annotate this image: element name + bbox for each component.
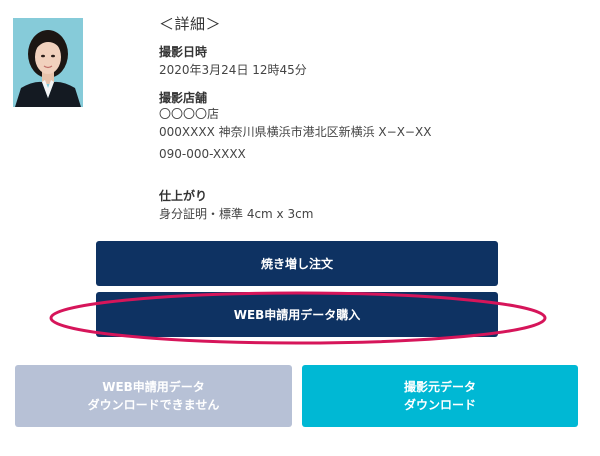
original-data-download-line2: ダウンロード xyxy=(403,398,476,412)
detail-title: ＜詳細＞ xyxy=(159,15,222,33)
web-data-download-disabled-button: WEB申請用データ ダウンロードできません xyxy=(15,365,292,427)
highlight-ellipse xyxy=(49,291,547,345)
reprint-order-button[interactable]: 焼き増し注文 xyxy=(96,241,498,286)
shoot-datetime-label: 撮影日時 xyxy=(159,45,208,59)
portrait-image xyxy=(13,18,83,107)
detail-panel: ＜詳細＞ 撮影日時 2020年3月24日 12時45分 撮影店舗 〇〇〇〇店 0… xyxy=(159,13,579,224)
finish-value: 身分証明・標準 4cm x 3cm xyxy=(159,207,314,221)
web-data-download-line1: WEB申請用データ xyxy=(102,380,205,394)
id-photo-thumbnail xyxy=(13,18,83,107)
reprint-order-label: 焼き増し注文 xyxy=(260,256,333,271)
original-data-download-button[interactable]: 撮影元データ ダウンロード xyxy=(302,365,578,427)
store-address: 000XXXX 神奈川県横浜市港北区新横浜 X−X−XX xyxy=(159,125,432,139)
store-label: 撮影店舗 xyxy=(159,91,208,105)
shoot-datetime-value: 2020年3月24日 12時45分 xyxy=(159,63,307,77)
finish-label: 仕上がり xyxy=(159,189,208,203)
store-name: 〇〇〇〇店 xyxy=(159,107,220,121)
store-phone: 090-000-XXXX xyxy=(159,147,246,161)
original-data-download-line1: 撮影元データ xyxy=(403,380,476,394)
web-data-download-line2: ダウンロードできません xyxy=(87,398,220,412)
